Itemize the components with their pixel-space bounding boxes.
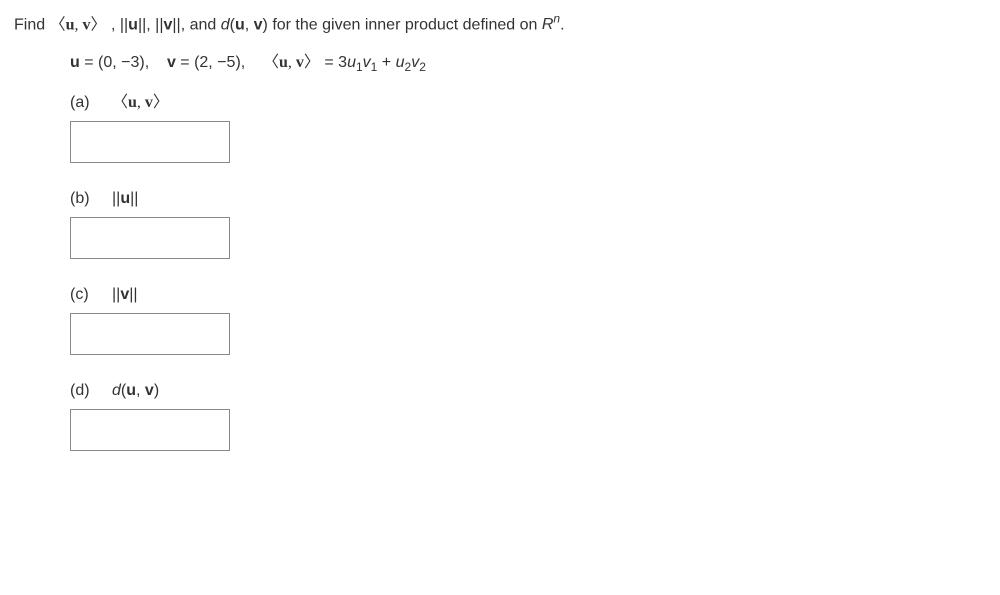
part-c-header: (c) ||v|| [70,283,986,307]
norm-u: ||u|| [120,16,146,33]
problem-statement: Find 〈u, v〉 , ||u||, ||v||, and d(u, v) … [14,10,986,37]
rn-space: Rn [542,16,560,33]
problem-setup: u = (0, −3), v = (2, −5), 〈u, v〉 = 3u1v1… [70,51,986,76]
inner-product-uv: 〈u, v〉 [50,16,107,33]
part-d-answer-input[interactable] [70,409,230,451]
part-d-expression: d(u, v) [112,379,159,403]
v-value: = (2, −5), [176,54,245,71]
inner-product-def-lhs: 〈u, v〉 [263,54,320,71]
part-a-expression: 〈u, v〉 [112,91,169,115]
part-b-answer-input[interactable] [70,217,230,259]
part-b-expression: ||u|| [112,187,138,211]
part-c-label: (c) [70,283,96,307]
sep: , [146,16,155,33]
part-a: (a) 〈u, v〉 [70,91,986,163]
part-b: (b) ||u|| [70,187,986,259]
part-d: (d) d(u, v) [70,379,986,451]
part-d-label: (d) [70,379,96,403]
part-a-header: (a) 〈u, v〉 [70,91,986,115]
part-b-label: (b) [70,187,96,211]
part-c-expression: ||v|| [112,283,138,307]
sep: , [111,16,120,33]
part-c-answer-input[interactable] [70,313,230,355]
period: . [560,16,564,33]
part-a-answer-input[interactable] [70,121,230,163]
sep: , and [181,16,221,33]
u-value: = (0, −3), [80,54,149,71]
text-middle: for the given inner product defined on [272,16,542,33]
inner-eq: = 3 [324,54,347,71]
norm-v: ||v|| [155,16,181,33]
v-label: v [167,54,176,71]
u-label: u [70,54,80,71]
text-find: Find [14,16,50,33]
part-a-label: (a) [70,91,96,115]
part-c: (c) ||v|| [70,283,986,355]
part-d-header: (d) d(u, v) [70,379,986,403]
distance-uv: d(u, v) [221,16,268,33]
part-b-header: (b) ||u|| [70,187,986,211]
